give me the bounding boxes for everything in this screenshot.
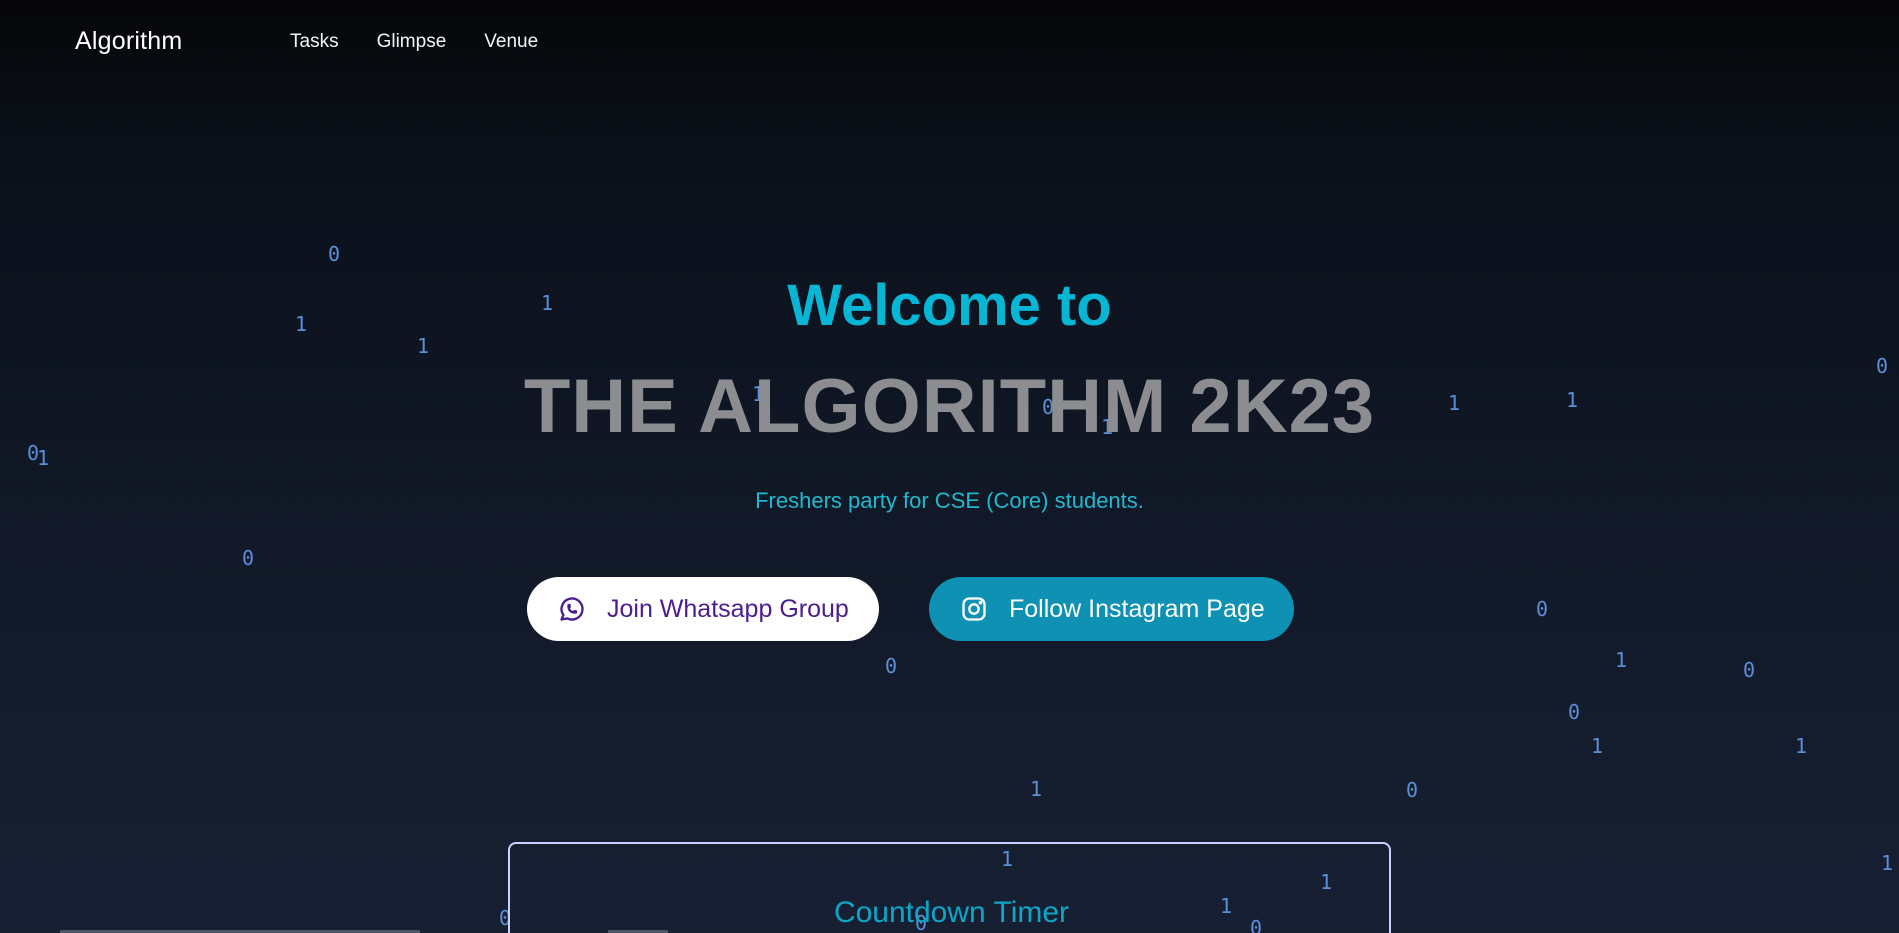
instagram-icon (959, 594, 989, 624)
countdown-card: Countdown Timer (508, 842, 1391, 933)
welcome-heading: Welcome to (787, 273, 1112, 338)
hero-section: Welcome to THE ALGORITHM 2K23 Freshers p… (0, 0, 1899, 933)
whatsapp-icon (557, 594, 587, 624)
countdown-title: Countdown Timer (833, 896, 1070, 929)
join-whatsapp-button[interactable]: Join Whatsapp Group (527, 577, 879, 641)
follow-instagram-label: Follow Instagram Page (1009, 594, 1265, 623)
follow-instagram-button[interactable]: Follow Instagram Page (929, 577, 1294, 641)
join-whatsapp-label: Join Whatsapp Group (607, 594, 849, 623)
event-subtitle: Freshers party for CSE (Core) students. (755, 488, 1144, 513)
event-title: THE ALGORITHM 2K23 (523, 364, 1376, 449)
